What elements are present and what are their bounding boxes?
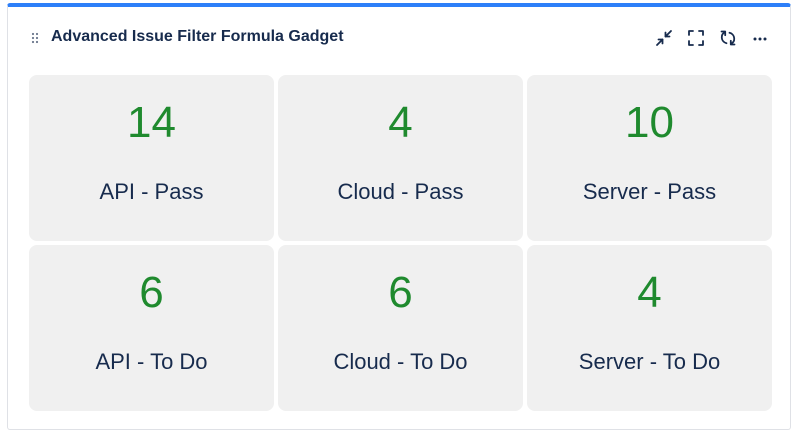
more-button[interactable] xyxy=(748,26,772,50)
gadget-actions xyxy=(652,26,772,50)
gadget-title: Advanced Issue Filter Formula Gadget xyxy=(51,28,344,45)
refresh-icon xyxy=(719,29,737,47)
result-card-server-pass[interactable]: 10 Server - Pass xyxy=(527,75,772,241)
result-value: 10 xyxy=(625,98,674,147)
result-label: API - To Do xyxy=(95,349,208,374)
more-icon xyxy=(751,29,769,47)
result-value: 4 xyxy=(637,268,662,317)
result-card-api-pass[interactable]: 14 API - Pass xyxy=(29,75,274,241)
result-value: 14 xyxy=(127,98,176,147)
result-label: Cloud - Pass xyxy=(337,179,464,204)
minimize-icon xyxy=(655,29,673,47)
gadget-header: Advanced Issue Filter Formula Gadget xyxy=(8,7,790,71)
fullscreen-icon xyxy=(687,29,705,47)
result-card-server-todo[interactable]: 4 Server - To Do xyxy=(527,245,772,411)
result-label: Server - To Do xyxy=(578,349,721,374)
drag-handle-icon[interactable] xyxy=(31,31,39,44)
minimize-button[interactable] xyxy=(652,26,676,50)
fullscreen-button[interactable] xyxy=(684,26,708,50)
result-card-cloud-todo[interactable]: 6 Cloud - To Do xyxy=(278,245,523,411)
result-value: 6 xyxy=(388,268,413,317)
formula-results-grid: 14 API - Pass 4 Cloud - Pass 10 Server -… xyxy=(29,75,772,412)
result-label: Cloud - To Do xyxy=(333,349,468,374)
result-value: 4 xyxy=(388,98,413,147)
result-label: API - Pass xyxy=(99,179,204,204)
result-card-cloud-pass[interactable]: 4 Cloud - Pass xyxy=(278,75,523,241)
gadget-panel: Advanced Issue Filter Formula Gadget 14 … xyxy=(7,3,791,430)
result-value: 6 xyxy=(139,268,164,317)
result-label: Server - Pass xyxy=(582,179,717,204)
result-card-api-todo[interactable]: 6 API - To Do xyxy=(29,245,274,411)
refresh-button[interactable] xyxy=(716,26,740,50)
